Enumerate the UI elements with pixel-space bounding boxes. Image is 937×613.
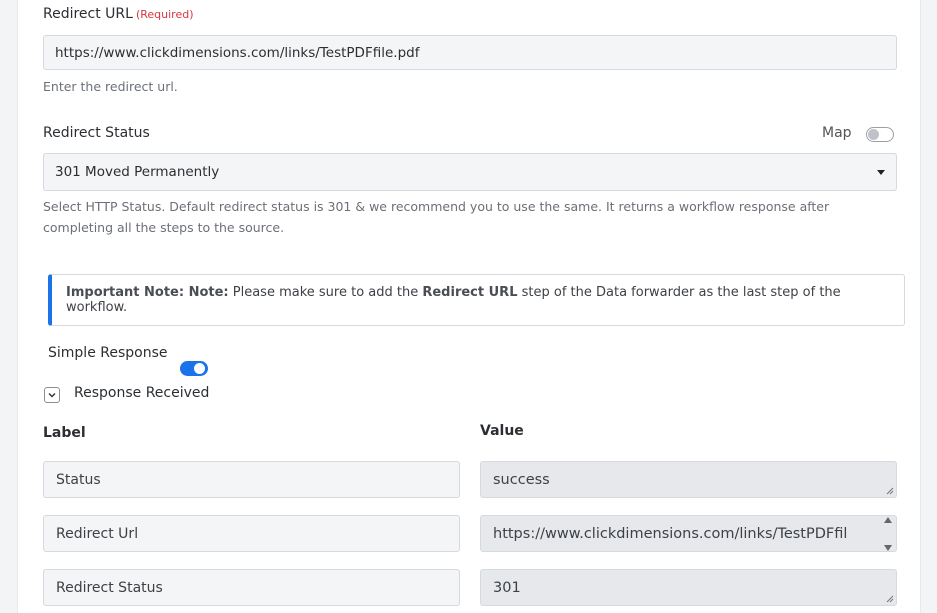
resize-handle-icon[interactable]	[886, 487, 894, 495]
row-label-text: Redirect Status	[56, 579, 163, 596]
scroll-down-icon[interactable]	[883, 545, 892, 551]
response-received-label: Response Received	[74, 385, 210, 401]
important-note: Important Note: Note: Please make sure t…	[48, 274, 905, 326]
row-value-redirect-status[interactable]: 301	[480, 569, 897, 606]
redirect-status-help-line2: completing all the steps to the source.	[43, 220, 285, 235]
row-label-status[interactable]: Status	[43, 461, 460, 498]
simple-response-label: Simple Response	[48, 345, 168, 361]
row-label-text: Status	[56, 471, 101, 488]
map-toggle-knob	[868, 129, 879, 140]
redirect-status-help: Select HTTP Status. Default redirect sta…	[43, 196, 829, 238]
collapse-toggle[interactable]	[44, 387, 60, 403]
redirect-url-help: Enter the redirect url.	[43, 79, 178, 94]
row-label-redirect-status[interactable]: Redirect Status	[43, 569, 460, 606]
redirect-status-help-line1: Select HTTP Status. Default redirect sta…	[43, 199, 830, 214]
row-label-text: Redirect Url	[56, 525, 139, 542]
redirect-url-input[interactable]: https://www.clickdimensions.com/links/Te…	[43, 35, 897, 70]
required-marker: (Required)	[135, 8, 194, 21]
note-prefix: Important Note: Note:	[66, 285, 229, 300]
redirect-url-value: https://www.clickdimensions.com/links/Te…	[55, 44, 420, 61]
resize-handle-icon[interactable]	[886, 595, 894, 603]
simple-response-toggle-knob	[194, 363, 205, 374]
scrollbar[interactable]	[880, 517, 895, 551]
column-header-value: Value	[480, 423, 524, 439]
redirect-url-label-row: Redirect URL (Required)	[43, 6, 194, 22]
note-text1: Please make sure to add the	[228, 285, 423, 300]
column-header-label: Label	[43, 425, 86, 441]
map-label: Map	[822, 125, 852, 141]
redirect-url-label: Redirect URL	[43, 6, 133, 22]
scroll-up-icon[interactable]	[883, 517, 892, 523]
simple-response-toggle[interactable]	[180, 361, 208, 376]
row-value-text: success	[493, 471, 550, 488]
note-bold: Redirect URL	[422, 285, 518, 300]
row-label-redirect-url[interactable]: Redirect Url	[43, 515, 460, 552]
redirect-status-label: Redirect Status	[43, 125, 150, 141]
redirect-status-select[interactable]: 301 Moved Permanently	[43, 153, 897, 191]
row-value-redirect-url[interactable]: https://www.clickdimensions.com/links/Te…	[480, 515, 897, 552]
row-value-text: 301	[493, 579, 521, 596]
row-value-status[interactable]: success	[480, 461, 897, 498]
map-toggle[interactable]	[866, 127, 894, 142]
redirect-status-selected: 301 Moved Permanently	[55, 164, 220, 180]
chevron-down-icon	[48, 393, 56, 398]
chevron-down-icon	[877, 169, 885, 175]
row-value-text: https://www.clickdimensions.com/links/Te…	[493, 525, 848, 542]
form-card: Redirect URL (Required) https://www.click…	[17, 0, 921, 613]
